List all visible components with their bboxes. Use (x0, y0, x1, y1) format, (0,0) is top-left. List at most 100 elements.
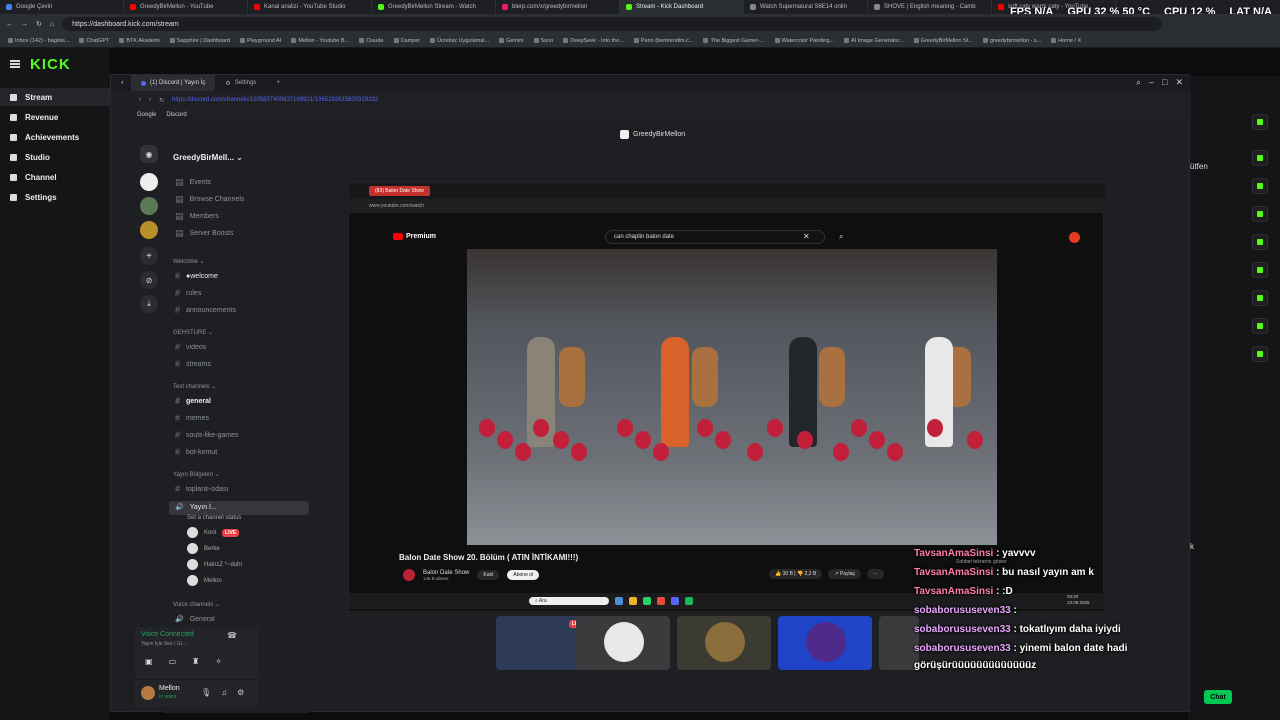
activity-icon[interactable]: ♜ (192, 657, 199, 666)
server-icon[interactable] (140, 221, 158, 239)
bookmark-item[interactable]: Gemini (499, 38, 524, 44)
new-tab-button[interactable]: + (266, 75, 290, 91)
kick-tool-button[interactable] (1252, 346, 1268, 362)
browser-tab[interactable]: blerp.com/x/greedybirmellon (496, 0, 620, 14)
browser-tab[interactable]: GreedyBirMellon - YouTube (124, 0, 248, 14)
kick-tool-button[interactable] (1252, 318, 1268, 334)
disconnect-icon[interactable]: ☎ (227, 631, 237, 640)
bookmark-item[interactable]: DeepSeek - Into the... (563, 38, 624, 44)
bookmark-item[interactable]: ChatGPT (79, 38, 109, 44)
minimize-icon[interactable]: – (1149, 77, 1154, 88)
discord-url-input[interactable]: https://discord.com/channels/12058374008… (172, 97, 378, 103)
reload-icon[interactable]: ↻ (36, 20, 42, 28)
kick-nav-revenue[interactable]: Revenue (0, 108, 110, 126)
bookmark-item[interactable]: Watercolor Painting... (774, 38, 834, 44)
channel-item[interactable]: # ●welcome (175, 271, 218, 281)
kick-tool-button[interactable] (1252, 206, 1268, 222)
server-icon[interactable] (140, 173, 158, 191)
participant-tile[interactable] (778, 616, 872, 670)
channel-item[interactable]: # toplantı-odası (175, 484, 228, 494)
reload-icon[interactable]: ↻ (159, 97, 164, 104)
menu-item[interactable]: ▤ Members (175, 211, 219, 222)
menu-item[interactable]: ▤ Server Boosts (175, 228, 233, 239)
maximize-icon[interactable]: □ (1162, 77, 1167, 88)
kick-nav-studio[interactable]: Studio (0, 148, 110, 166)
category-yayin[interactable]: Yayın Bölgeleri ⌄ (173, 471, 220, 478)
channel-item[interactable]: # announcements (175, 305, 236, 315)
bookmark-item[interactable]: Suno (533, 38, 553, 44)
url-input[interactable]: https://dashboard.kick.com/stream (62, 17, 1163, 31)
close-icon[interactable]: ✕ (1175, 77, 1183, 88)
kick-nav-channel[interactable]: Channel (0, 168, 110, 186)
kick-nav-settings[interactable]: Settings (0, 188, 110, 206)
server-name[interactable]: GreedyBirMell... ⌄ (173, 153, 243, 162)
participant-tile[interactable] (677, 616, 771, 670)
kick-nav-stream[interactable]: Stream (0, 88, 110, 106)
bookmark-item[interactable]: Ücretsiz Uygulamal... (430, 38, 489, 44)
kick-tool-button[interactable] (1252, 114, 1268, 130)
kick-tool-button[interactable] (1252, 150, 1268, 166)
bookmark-item[interactable]: GreedyBirMellon St... (913, 38, 973, 44)
kick-nav-achievements[interactable]: Achievements (0, 128, 110, 146)
add-server-icon[interactable]: + (140, 247, 158, 265)
voice-user[interactable]: Korii LIVE (187, 527, 240, 538)
browser-tab[interactable]: SHOVE | English meaning - Camb (868, 0, 992, 14)
bookmark-item[interactable]: Playground AI (240, 38, 281, 44)
download-icon[interactable]: ⤓ (140, 295, 158, 313)
menu-item[interactable]: ▤ Browse Channels (175, 194, 244, 205)
channel-item[interactable]: # bot-komut (175, 447, 217, 457)
discord-home-icon[interactable]: ◉ (140, 145, 158, 163)
kick-tool-button[interactable] (1252, 262, 1268, 278)
bookmark-item[interactable]: Camper (393, 38, 420, 44)
kick-tool-button[interactable] (1252, 178, 1268, 194)
browser-tab[interactable]: Stream - Kick Dashboard (620, 0, 744, 14)
tab-discord[interactable]: (1) Discord | Yayın İç (131, 75, 216, 91)
kick-tool-button[interactable] (1252, 234, 1268, 250)
category-voice[interactable]: Voice channels ⌄ (173, 601, 220, 608)
bookmark-item[interactable]: BTK Akademi (119, 38, 160, 44)
avatar[interactable] (141, 686, 155, 700)
forward-icon[interactable]: › (149, 97, 151, 103)
participant-tile[interactable] (576, 616, 670, 670)
channel-item[interactable]: # souls-like-games (175, 430, 239, 440)
chat-send-button[interactable]: Chat (1204, 690, 1232, 704)
screen-share-icon[interactable]: ▭ (169, 657, 177, 666)
voice-channel-status[interactable]: Set a channel status (187, 515, 241, 521)
browser-tab[interactable]: Kanal analizi - YouTube Studio (248, 0, 372, 14)
browser-tab[interactable]: Watch Supernatural S6E14 onlin (744, 0, 868, 14)
category-welcome[interactable]: Welcome ⌄ (173, 258, 205, 265)
menu-icon[interactable] (10, 60, 20, 68)
home-icon[interactable]: ⌂ (50, 21, 54, 28)
voice-user[interactable]: Mellon (187, 575, 222, 586)
microphone-icon[interactable]: 🎙 (201, 688, 211, 697)
bookmark-item[interactable]: The Biggest Gamer-... (703, 38, 765, 44)
forward-icon[interactable]: → (21, 21, 28, 28)
server-icon[interactable] (140, 197, 158, 215)
channel-item[interactable]: # videos (175, 342, 206, 352)
bookmark-item[interactable]: Claude (359, 38, 384, 44)
browser-tab[interactable]: Google Çeviri (0, 0, 124, 14)
category-text[interactable]: Text channels ⌄ (173, 383, 216, 390)
participant-tile[interactable] (879, 616, 919, 670)
voice-user[interactable]: Berke (187, 543, 220, 554)
bookmark-item[interactable]: Home / X (1051, 38, 1081, 44)
voice-channel[interactable]: 🔊 General (175, 615, 215, 624)
voice-channel-selected[interactable]: 🔊 Yayın İ... (175, 503, 217, 512)
browser-tab[interactable]: GreedyBirMellon Stream - Watch (372, 0, 496, 14)
bookmark-item[interactable]: Mellon - Youtube B... (291, 38, 349, 44)
category-gehsture[interactable]: GEHSTURE ⌄ (173, 329, 213, 336)
bookmark-item[interactable]: Sapphire | Dashboard (169, 38, 230, 44)
menu-item[interactable]: ▤ Events (175, 177, 211, 188)
voice-user[interactable]: HainzZ *~duhi (187, 559, 242, 570)
camera-icon[interactable]: ▣ (145, 657, 153, 666)
voice-connected-channel[interactable]: Yayın İçin Ses / Gr... (141, 641, 186, 647)
soundboard-icon[interactable]: ✧ (215, 657, 222, 666)
channel-item[interactable]: # rules (175, 288, 201, 298)
kick-tool-button[interactable] (1252, 290, 1268, 306)
channel-item[interactable]: # memes (175, 413, 209, 423)
back-icon[interactable]: ← (6, 21, 13, 28)
channel-item[interactable]: # general (175, 396, 211, 406)
discover-icon[interactable]: ⊘ (140, 271, 158, 289)
bookmark-item[interactable]: AI Image Generator... (843, 38, 904, 44)
channel-item[interactable]: # streams (175, 359, 211, 369)
